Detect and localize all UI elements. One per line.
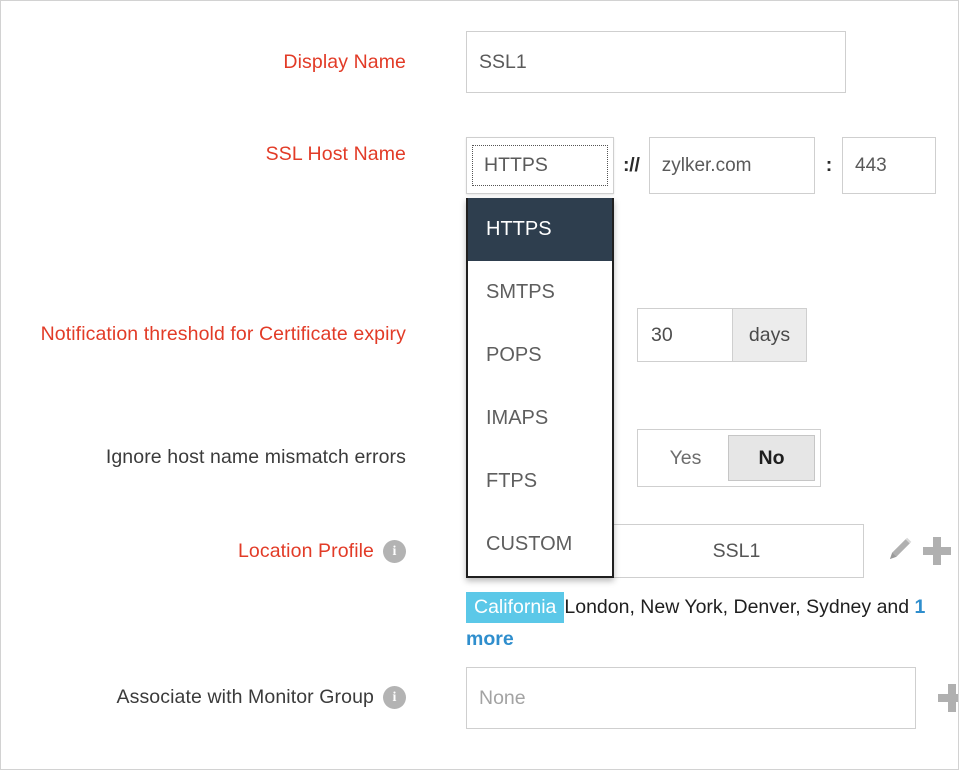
threshold-input-group[interactable]: 30 days: [637, 308, 807, 362]
ignore-mismatch-label: Ignore host name mismatch errors: [105, 446, 406, 468]
row-ignore-mismatch: Ignore host name mismatch errors: [1, 444, 406, 471]
host-name-input[interactable]: zylker.com: [648, 137, 815, 194]
notification-threshold-field-group: 30 days: [637, 308, 807, 362]
display-name-field-group: SSL1: [466, 31, 846, 93]
monitor-group-label-wrap: Associate with Monitor Group i: [1, 684, 406, 711]
display-name-label: Display Name: [283, 51, 406, 73]
display-name-input[interactable]: SSL1: [466, 31, 846, 93]
location-profile-tags: California London, New York, Denver, Sydn…: [466, 591, 958, 655]
protocol-select[interactable]: HTTPS: [466, 137, 614, 194]
plus-icon[interactable]: [922, 536, 952, 566]
row-ssl-host-name: SSL Host Name: [1, 141, 406, 168]
threshold-unit-label: days: [732, 309, 806, 361]
row-display-name: Display Name: [1, 49, 406, 76]
dropdown-option-ftps[interactable]: FTPS: [468, 450, 612, 513]
toggle-option-no[interactable]: No: [728, 435, 815, 481]
ignore-mismatch-toggle[interactable]: Yes No: [637, 429, 821, 487]
row-notification-threshold: Notification threshold for Certificate e…: [1, 321, 406, 348]
toggle-option-yes[interactable]: Yes: [643, 435, 728, 481]
info-icon[interactable]: i: [383, 540, 406, 563]
monitor-group-field-group: None: [466, 667, 958, 729]
monitor-group-input[interactable]: None: [466, 667, 916, 729]
dropdown-option-smtps[interactable]: SMTPS: [468, 261, 612, 324]
pencil-icon[interactable]: [885, 534, 915, 569]
monitor-group-label: Associate with Monitor Group: [116, 686, 374, 708]
location-profile-actions: [885, 534, 952, 569]
ssl-monitor-config-form: Display Name SSL1 SSL Host Name HTTPS :/…: [0, 0, 959, 770]
plus-icon[interactable]: [937, 683, 958, 713]
notification-threshold-label: Notification threshold for Certificate e…: [40, 323, 406, 345]
dropdown-option-custom[interactable]: CUSTOM: [468, 513, 612, 576]
location-profile-label: Location Profile: [237, 540, 374, 562]
threshold-value-input[interactable]: 30: [638, 309, 732, 361]
port-input[interactable]: 443: [842, 137, 937, 194]
location-profile-label-wrap: Location Profile i: [1, 538, 406, 565]
dropdown-option-https[interactable]: HTTPS: [468, 198, 612, 261]
location-profile-select[interactable]: SSL1: [609, 524, 864, 578]
protocol-dropdown-menu[interactable]: HTTPS SMTPS POPS IMAPS FTPS CUSTOM: [466, 198, 614, 578]
info-icon[interactable]: i: [383, 686, 406, 709]
ssl-host-name-label: SSL Host Name: [265, 143, 406, 165]
port-separator: :: [825, 154, 833, 176]
scheme-separator: ://: [623, 154, 640, 176]
tag-chip-highlighted[interactable]: California: [466, 592, 565, 623]
dropdown-option-pops[interactable]: POPS: [468, 324, 612, 387]
tag-list-rest: London, New York, Denver, Sydney and: [564, 596, 915, 618]
ignore-mismatch-field-group: Yes No: [637, 429, 821, 487]
monitor-group-actions: [937, 683, 958, 713]
row-location-profile: Location Profile i: [1, 538, 406, 565]
ssl-host-name-field-group: HTTPS :// zylker.com : 443: [466, 137, 937, 194]
location-profile-field-group: SSL1: [609, 524, 952, 578]
row-monitor-group: Associate with Monitor Group i: [1, 684, 406, 711]
protocol-select-value: HTTPS: [472, 145, 608, 186]
dropdown-option-imaps[interactable]: IMAPS: [468, 387, 612, 450]
